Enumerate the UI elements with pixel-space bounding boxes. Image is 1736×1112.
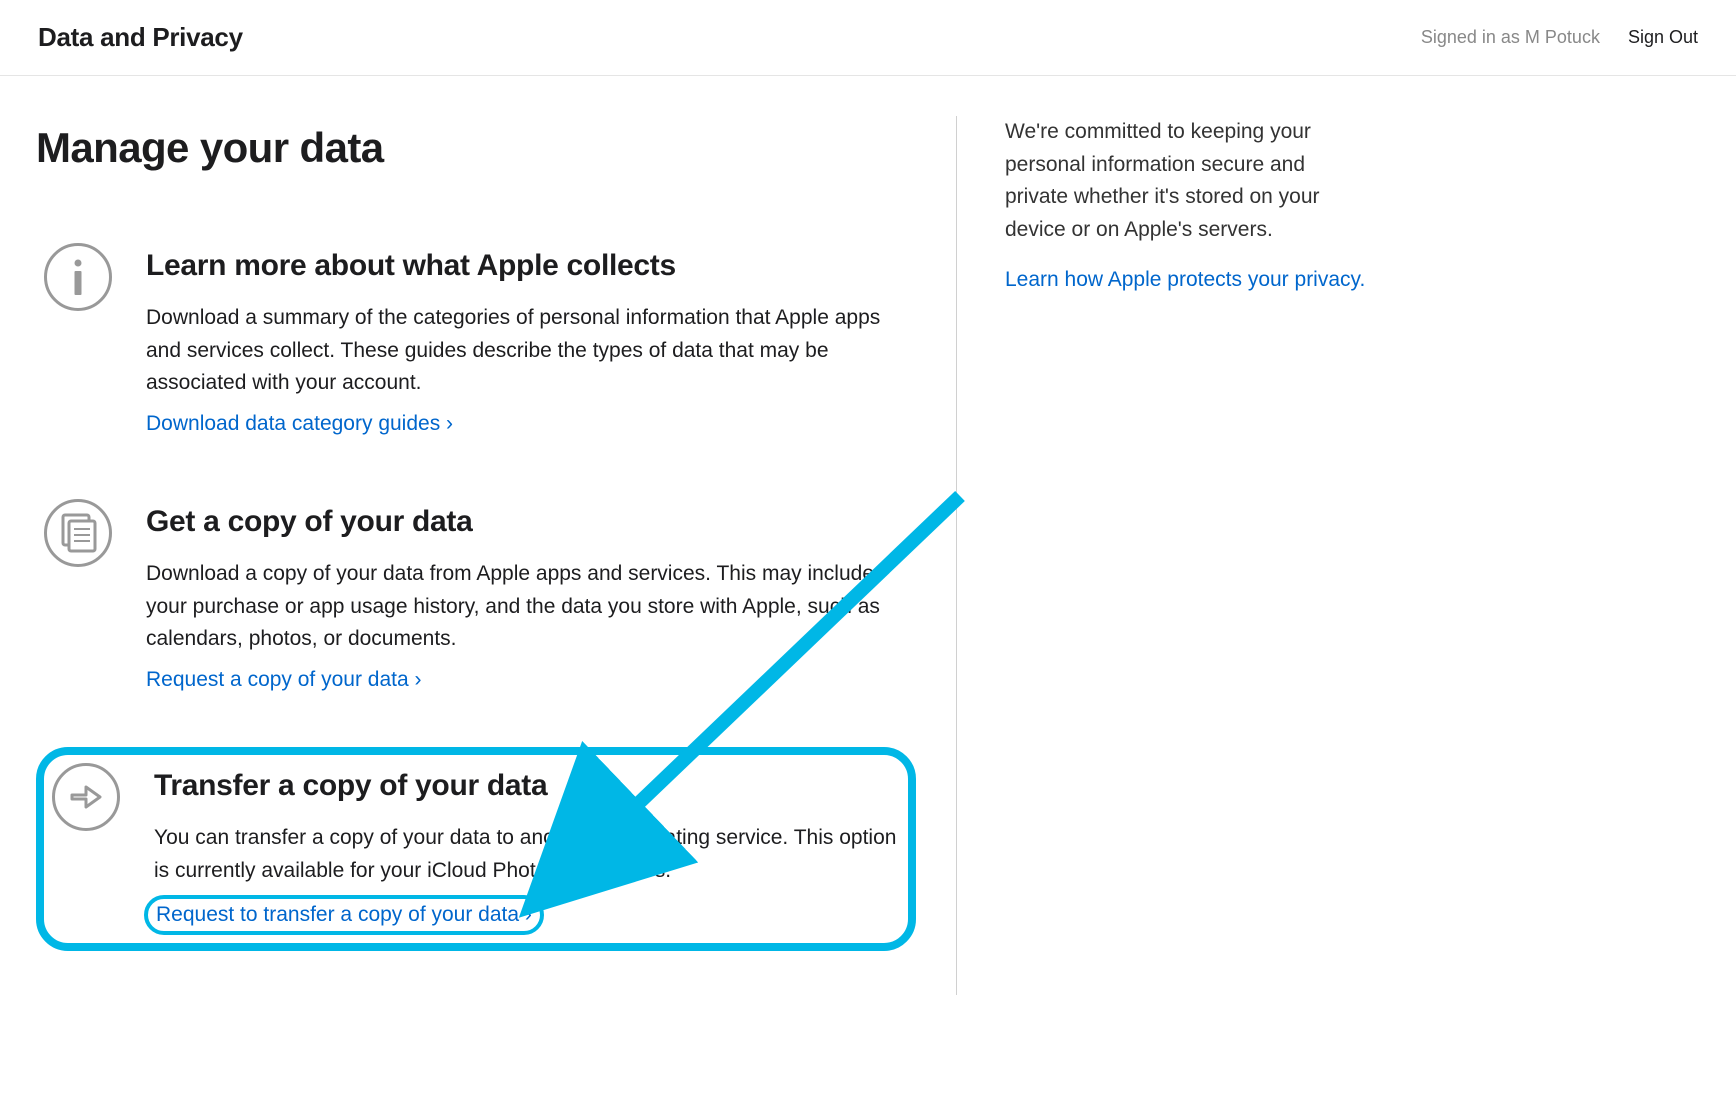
section-learn-more: Learn more about what Apple collects Dow… (36, 235, 916, 447)
section-desc: You can transfer a copy of your data to … (154, 822, 900, 887)
request-transfer-link[interactable]: Request to transfer a copy of your data (156, 903, 532, 926)
request-copy-link[interactable]: Request a copy of your data (146, 668, 422, 691)
privacy-link[interactable]: Learn how Apple protects your privacy. (1005, 268, 1365, 291)
main-column: Manage your data Learn more about what A… (36, 116, 956, 995)
sidebar-text: We're committed to keeping your personal… (1005, 116, 1366, 246)
section-body: Get a copy of your data Download a copy … (146, 499, 908, 695)
info-icon (44, 243, 112, 311)
container: Manage your data Learn more about what A… (0, 76, 1736, 995)
section-body: Transfer a copy of your data You can tra… (154, 763, 900, 935)
section-get-copy: Get a copy of your data Download a copy … (36, 491, 916, 703)
page-title: Manage your data (36, 116, 916, 179)
documents-icon (44, 499, 112, 567)
section-desc: Download a copy of your data from Apple … (146, 558, 908, 656)
section-title: Get a copy of your data (146, 499, 908, 544)
sidebar: We're committed to keeping your personal… (956, 116, 1366, 995)
signed-in-label: Signed in as M Potuck (1421, 24, 1600, 51)
download-guides-link[interactable]: Download data category guides (146, 412, 453, 435)
sign-out-link[interactable]: Sign Out (1628, 24, 1698, 51)
header-right: Signed in as M Potuck Sign Out (1421, 24, 1698, 51)
section-transfer-highlighted: Transfer a copy of your data You can tra… (36, 747, 916, 951)
section-title: Transfer a copy of your data (154, 763, 900, 808)
link-highlight: Request to transfer a copy of your data (144, 895, 544, 935)
section-title: Learn more about what Apple collects (146, 243, 908, 288)
section-body: Learn more about what Apple collects Dow… (146, 243, 908, 439)
transfer-arrow-icon (52, 763, 120, 831)
header-title: Data and Privacy (38, 18, 243, 57)
header: Data and Privacy Signed in as M Potuck S… (0, 0, 1736, 76)
section-desc: Download a summary of the categories of … (146, 302, 908, 400)
